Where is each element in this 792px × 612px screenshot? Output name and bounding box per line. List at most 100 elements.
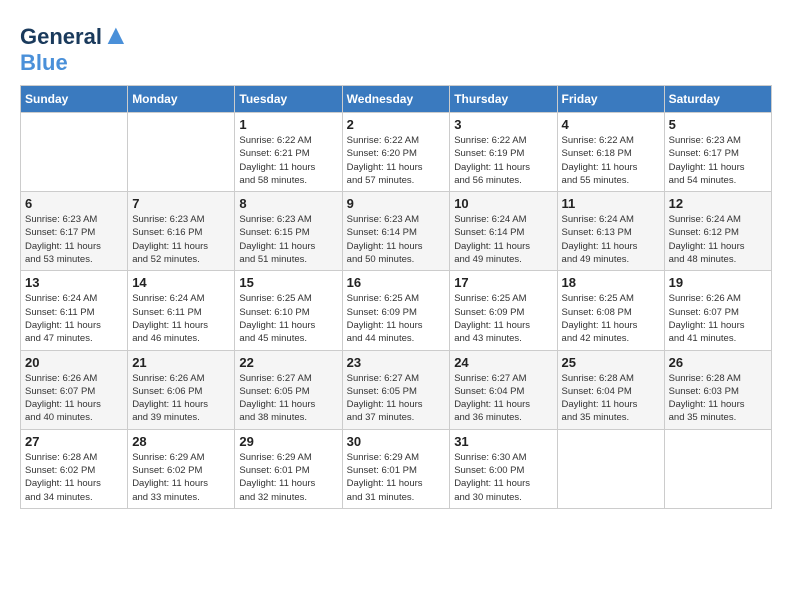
day-number: 28 [132, 434, 230, 449]
weekday-header-sunday: Sunday [21, 85, 128, 112]
calendar-week-2: 6Sunrise: 6:23 AM Sunset: 6:17 PM Daylig… [21, 192, 772, 271]
calendar-cell: 28Sunrise: 6:29 AM Sunset: 6:02 PM Dayli… [128, 429, 235, 508]
day-info: Sunrise: 6:27 AM Sunset: 6:05 PM Dayligh… [239, 372, 337, 425]
weekday-header-thursday: Thursday [450, 85, 557, 112]
weekday-header-wednesday: Wednesday [342, 85, 450, 112]
calendar-week-5: 27 Sunrise: 6:28 AM Sunset: 6:02 PM Dayli… [21, 429, 772, 508]
day-number: 10 [454, 196, 552, 211]
calendar-week-4: 20Sunrise: 6:26 AM Sunset: 6:07 PM Dayli… [21, 350, 772, 429]
calendar-cell: 2Sunrise: 6:22 AM Sunset: 6:20 PM Daylig… [342, 112, 450, 191]
calendar-cell [128, 112, 235, 191]
day-info: Sunrise: 6:24 AM Sunset: 6:11 PM Dayligh… [25, 292, 123, 345]
day-info: Sunrise: 6:23 AM Sunset: 6:16 PM Dayligh… [132, 213, 230, 266]
calendar-cell: 14 Sunrise: 6:24 AM Sunset: 6:11 PM Dayli… [128, 271, 235, 350]
calendar-cell: 30 Sunrise: 6:29 AM Sunset: 6:01 PM Dayli… [342, 429, 450, 508]
day-info: Sunrise: 6:27 AM Sunset: 6:04 PM Dayligh… [454, 372, 552, 425]
day-info: Sunrise: 6:22 AM Sunset: 6:20 PM Dayligh… [347, 134, 446, 187]
day-info: Sunrise: 6:29 AM Sunset: 6:01 PM Dayligh… [347, 451, 446, 504]
day-number: 18 [562, 275, 660, 290]
calendar-week-1: 1Sunrise: 6:22 AM Sunset: 6:21 PM Daylig… [21, 112, 772, 191]
calendar-cell: 6Sunrise: 6:23 AM Sunset: 6:17 PM Daylig… [21, 192, 128, 271]
day-number: 30 [347, 434, 446, 449]
day-number: 25 [562, 355, 660, 370]
day-number: 15 [239, 275, 337, 290]
day-number: 9 [347, 196, 446, 211]
calendar-cell: 7 Sunrise: 6:23 AM Sunset: 6:16 PM Daylig… [128, 192, 235, 271]
day-info: Sunrise: 6:24 AM Sunset: 6:12 PM Dayligh… [669, 213, 767, 266]
weekday-header-friday: Friday [557, 85, 664, 112]
day-number: 31 [454, 434, 552, 449]
day-number: 26 [669, 355, 767, 370]
calendar-cell: 9 Sunrise: 6:23 AM Sunset: 6:14 PM Daylig… [342, 192, 450, 271]
calendar-cell: 21 Sunrise: 6:26 AM Sunset: 6:06 PM Dayli… [128, 350, 235, 429]
calendar-cell: 18 Sunrise: 6:25 AM Sunset: 6:08 PM Dayli… [557, 271, 664, 350]
day-number: 21 [132, 355, 230, 370]
weekday-header-monday: Monday [128, 85, 235, 112]
day-number: 24 [454, 355, 552, 370]
weekday-header-saturday: Saturday [664, 85, 771, 112]
calendar-week-3: 13Sunrise: 6:24 AM Sunset: 6:11 PM Dayli… [21, 271, 772, 350]
day-info: Sunrise: 6:25 AM Sunset: 6:10 PM Dayligh… [239, 292, 337, 345]
day-info: Sunrise: 6:25 AM Sunset: 6:09 PM Dayligh… [347, 292, 446, 345]
day-info: Sunrise: 6:22 AM Sunset: 6:19 PM Dayligh… [454, 134, 552, 187]
logo-bird-icon: ▲ [102, 19, 130, 50]
calendar-cell: 10 Sunrise: 6:24 AM Sunset: 6:14 PM Dayli… [450, 192, 557, 271]
calendar-cell: 3Sunrise: 6:22 AM Sunset: 6:19 PM Daylig… [450, 112, 557, 191]
day-info: Sunrise: 6:25 AM Sunset: 6:09 PM Dayligh… [454, 292, 552, 345]
calendar-cell: 8Sunrise: 6:23 AM Sunset: 6:15 PM Daylig… [235, 192, 342, 271]
day-number: 5 [669, 117, 767, 132]
calendar-cell: 4Sunrise: 6:22 AM Sunset: 6:18 PM Daylig… [557, 112, 664, 191]
calendar-cell [557, 429, 664, 508]
calendar-cell: 15 Sunrise: 6:25 AM Sunset: 6:10 PM Dayli… [235, 271, 342, 350]
calendar: SundayMondayTuesdayWednesdayThursdayFrid… [20, 85, 772, 509]
day-number: 27 [25, 434, 123, 449]
day-info: Sunrise: 6:22 AM Sunset: 6:21 PM Dayligh… [239, 134, 337, 187]
calendar-cell: 19Sunrise: 6:26 AM Sunset: 6:07 PM Dayli… [664, 271, 771, 350]
day-info: Sunrise: 6:23 AM Sunset: 6:17 PM Dayligh… [669, 134, 767, 187]
day-number: 11 [562, 196, 660, 211]
header: General▲ Blue [20, 20, 772, 75]
calendar-cell: 1Sunrise: 6:22 AM Sunset: 6:21 PM Daylig… [235, 112, 342, 191]
calendar-cell [21, 112, 128, 191]
day-info: Sunrise: 6:24 AM Sunset: 6:13 PM Dayligh… [562, 213, 660, 266]
calendar-cell: 12 Sunrise: 6:24 AM Sunset: 6:12 PM Dayli… [664, 192, 771, 271]
weekday-header-row: SundayMondayTuesdayWednesdayThursdayFrid… [21, 85, 772, 112]
calendar-cell: 20Sunrise: 6:26 AM Sunset: 6:07 PM Dayli… [21, 350, 128, 429]
calendar-cell: 5 Sunrise: 6:23 AM Sunset: 6:17 PM Daylig… [664, 112, 771, 191]
day-info: Sunrise: 6:25 AM Sunset: 6:08 PM Dayligh… [562, 292, 660, 345]
calendar-cell: 23Sunrise: 6:27 AM Sunset: 6:05 PM Dayli… [342, 350, 450, 429]
day-number: 23 [347, 355, 446, 370]
day-number: 19 [669, 275, 767, 290]
day-number: 14 [132, 275, 230, 290]
day-number: 7 [132, 196, 230, 211]
calendar-cell: 22 Sunrise: 6:27 AM Sunset: 6:05 PM Dayli… [235, 350, 342, 429]
calendar-cell [664, 429, 771, 508]
day-info: Sunrise: 6:22 AM Sunset: 6:18 PM Dayligh… [562, 134, 660, 187]
day-number: 12 [669, 196, 767, 211]
day-info: Sunrise: 6:30 AM Sunset: 6:00 PM Dayligh… [454, 451, 552, 504]
day-info: Sunrise: 6:28 AM Sunset: 6:02 PM Dayligh… [25, 451, 123, 504]
logo-general: General [20, 24, 102, 49]
calendar-cell: 24 Sunrise: 6:27 AM Sunset: 6:04 PM Dayli… [450, 350, 557, 429]
calendar-cell: 11 Sunrise: 6:24 AM Sunset: 6:13 PM Dayli… [557, 192, 664, 271]
day-info: Sunrise: 6:26 AM Sunset: 6:06 PM Dayligh… [132, 372, 230, 425]
day-info: Sunrise: 6:23 AM Sunset: 6:15 PM Dayligh… [239, 213, 337, 266]
calendar-cell: 13Sunrise: 6:24 AM Sunset: 6:11 PM Dayli… [21, 271, 128, 350]
calendar-cell: 25 Sunrise: 6:28 AM Sunset: 6:04 PM Dayli… [557, 350, 664, 429]
day-number: 22 [239, 355, 337, 370]
day-info: Sunrise: 6:28 AM Sunset: 6:04 PM Dayligh… [562, 372, 660, 425]
day-number: 6 [25, 196, 123, 211]
day-number: 17 [454, 275, 552, 290]
day-info: Sunrise: 6:24 AM Sunset: 6:11 PM Dayligh… [132, 292, 230, 345]
calendar-cell: 29Sunrise: 6:29 AM Sunset: 6:01 PM Dayli… [235, 429, 342, 508]
day-info: Sunrise: 6:23 AM Sunset: 6:14 PM Dayligh… [347, 213, 446, 266]
calendar-cell: 31 Sunrise: 6:30 AM Sunset: 6:00 PM Dayli… [450, 429, 557, 508]
logo-blue: Blue [20, 50, 68, 75]
day-number: 20 [25, 355, 123, 370]
calendar-cell: 16 Sunrise: 6:25 AM Sunset: 6:09 PM Dayli… [342, 271, 450, 350]
calendar-cell: 17 Sunrise: 6:25 AM Sunset: 6:09 PM Dayli… [450, 271, 557, 350]
day-info: Sunrise: 6:24 AM Sunset: 6:14 PM Dayligh… [454, 213, 552, 266]
day-number: 16 [347, 275, 446, 290]
logo: General▲ Blue [20, 20, 130, 75]
calendar-cell: 27 Sunrise: 6:28 AM Sunset: 6:02 PM Dayli… [21, 429, 128, 508]
